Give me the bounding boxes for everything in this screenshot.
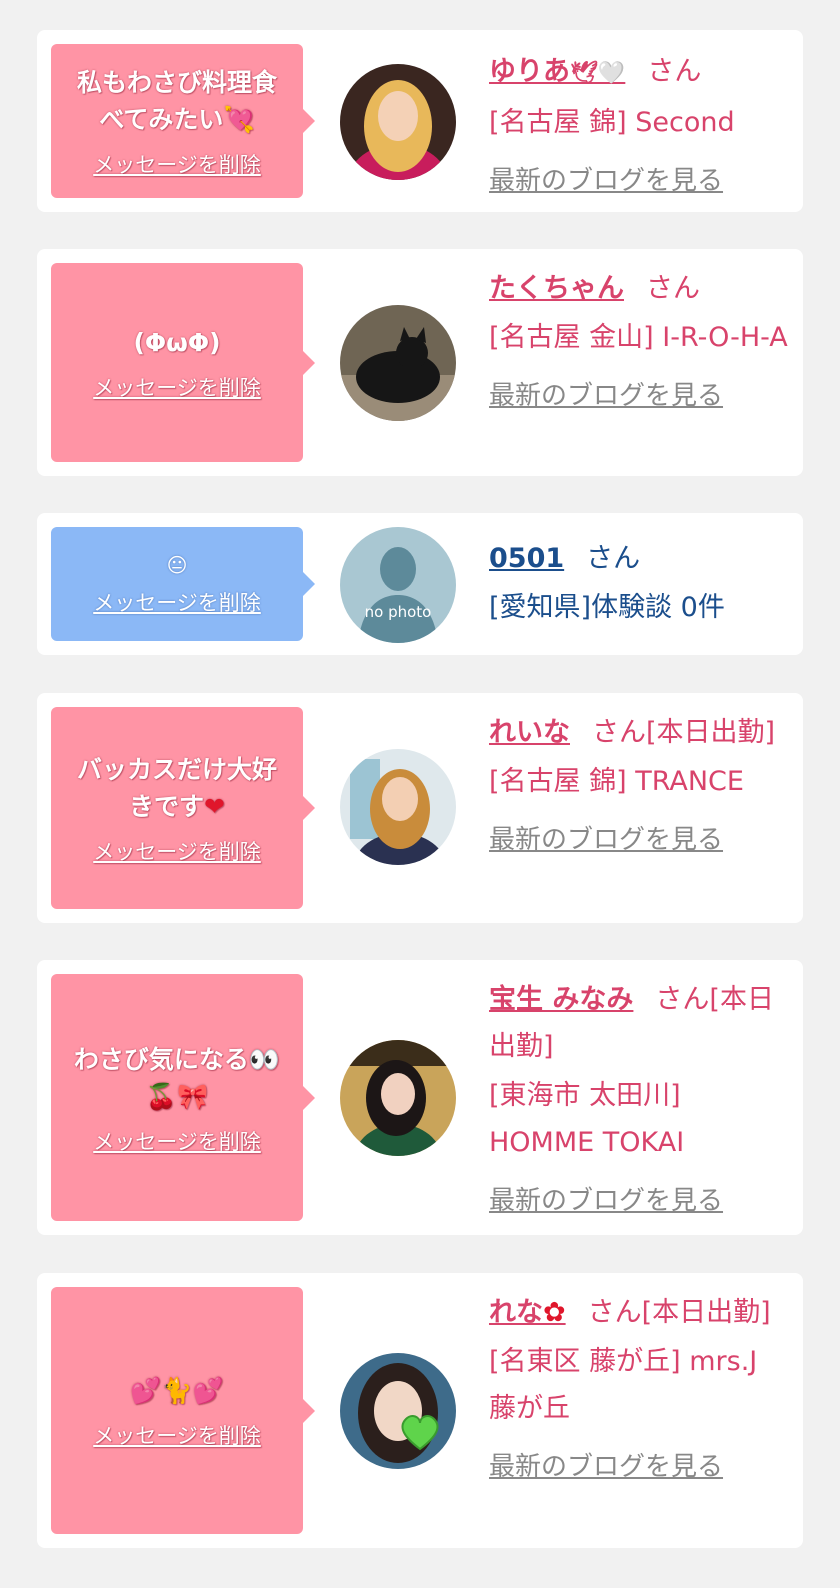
latest-blog-link[interactable]: 最新のブログを見る [489,1178,789,1225]
message-card: 💕🐈💕 メッセージを削除 れな✿ さん[本日出勤] [名東区 藤が丘] mrs.J… [37,1273,803,1548]
message-bubble: 😐 メッセージを削除 [51,527,315,641]
delete-message-link[interactable]: メッセージを削除 [93,839,261,865]
message-card: 私もわさび料理食 べてみたい💘 メッセージを削除 ゆりあ🕊🤍 さん [名古屋 錦] … [37,30,803,212]
message-text: 私もわさび料理食 べてみたい💘 [76,68,277,134]
user-info: たくちゃん さん [名古屋 金山] I-R-O-H-A 最新のブログを見る [489,265,789,420]
shop-info: [東海市 太田川] HOMME TOKAI [489,1080,685,1158]
delete-message-link[interactable]: メッセージを削除 [93,1423,261,1449]
no-photo-label: no photo [365,603,432,621]
user-info: 0501 さん [愛知県]体験談 0件 [489,535,789,631]
shop-info: [名古屋 錦] Second [489,107,735,138]
message-bubble: 私もわさび料理食 べてみたい💘 メッセージを削除 [51,44,315,198]
user-info: ゆりあ🕊🤍 さん [名古屋 錦] Second 最新のブログを見る [489,48,789,205]
shop-info: [愛知県]体験談 0件 [489,592,725,623]
delete-message-link[interactable]: メッセージを削除 [93,152,261,178]
latest-blog-link[interactable]: 最新のブログを見る [489,158,789,205]
black-cat-photo-icon [340,305,456,421]
avatar-photo-green-heart-icon [340,1353,456,1469]
message-text: 💕🐈💕 [130,1376,224,1405]
avatar-photo-icon [340,64,456,180]
delete-message-link[interactable]: メッセージを削除 [93,1129,261,1155]
user-name-link[interactable]: ゆりあ🕊🤍 [489,56,625,87]
shop-info: [名古屋 金山] I-R-O-H-A [489,322,788,353]
message-card: (ΦωΦ) メッセージを削除 たくちゃん さん [名古屋 金山] I-R-O-H-… [37,249,803,476]
message-text: バッカスだけ大好 きです❤ [76,755,277,821]
message-bubble: (ΦωΦ) メッセージを削除 [51,263,315,462]
user-name-link[interactable]: たくちゃん [489,273,624,304]
shop-info: [名東区 藤が丘] mrs.J 藤が丘 [489,1346,758,1424]
user-info: 宝生 みなみ さん[本日出勤] [東海市 太田川] HOMME TOKAI 最新の… [489,976,789,1225]
delete-message-link[interactable]: メッセージを削除 [93,375,261,401]
user-name-link[interactable]: れな✿ [489,1297,566,1328]
shop-info: [名古屋 錦] TRANCE [489,766,744,797]
message-card: バッカスだけ大好 きです❤ メッセージを削除 れいな さん[本日出勤] [名古屋 錦… [37,693,803,923]
message-bubble: わさび気になる👀 🍒🎀 メッセージを削除 [51,974,315,1221]
message-bubble: バッカスだけ大好 きです❤ メッセージを削除 [51,707,315,909]
avatar-photo-icon [340,1040,456,1156]
message-text: わさび気になる👀 🍒🎀 [73,1044,281,1111]
avatar[interactable] [340,64,456,180]
latest-blog-link[interactable]: 最新のブログを見る [489,817,789,864]
latest-blog-link[interactable]: 最新のブログを見る [489,1444,789,1491]
status-text: [本日出勤] [646,717,776,748]
user-info: れな✿ さん[本日出勤] [名東区 藤が丘] mrs.J 藤が丘 最新のブログを見… [489,1289,789,1491]
user-name-link[interactable]: れいな [489,717,570,748]
message-list: 私もわさび料理食 べてみたい💘 メッセージを削除 ゆりあ🕊🤍 さん [名古屋 錦] … [0,0,840,1588]
user-name-link[interactable]: 宝生 みなみ [489,984,633,1015]
avatar[interactable] [340,305,456,421]
message-bubble: 💕🐈💕 メッセージを削除 [51,1287,315,1534]
avatar[interactable] [340,1040,456,1156]
avatar-photo-icon [340,749,456,865]
message-card: 😐 メッセージを削除 no photo 0501 さん [愛知県]体験談 0件 [37,513,803,655]
message-text: 😐 [166,553,188,577]
delete-message-link[interactable]: メッセージを削除 [93,590,261,616]
status-text: [本日出勤] [641,1297,771,1328]
no-photo-silhouette-icon: no photo [340,527,456,643]
user-name-link[interactable]: 0501 [489,543,564,574]
latest-blog-link[interactable]: 最新のブログを見る [489,373,789,420]
user-info: れいな さん[本日出勤] [名古屋 錦] TRANCE 最新のブログを見る [489,709,789,864]
message-text: (ΦωΦ) [133,328,221,357]
avatar[interactable]: no photo [340,527,456,643]
avatar[interactable] [340,749,456,865]
message-card: わさび気になる👀 🍒🎀 メッセージを削除 宝生 みなみ さん[本日出勤] [東海市 … [37,960,803,1235]
avatar[interactable] [340,1353,456,1469]
